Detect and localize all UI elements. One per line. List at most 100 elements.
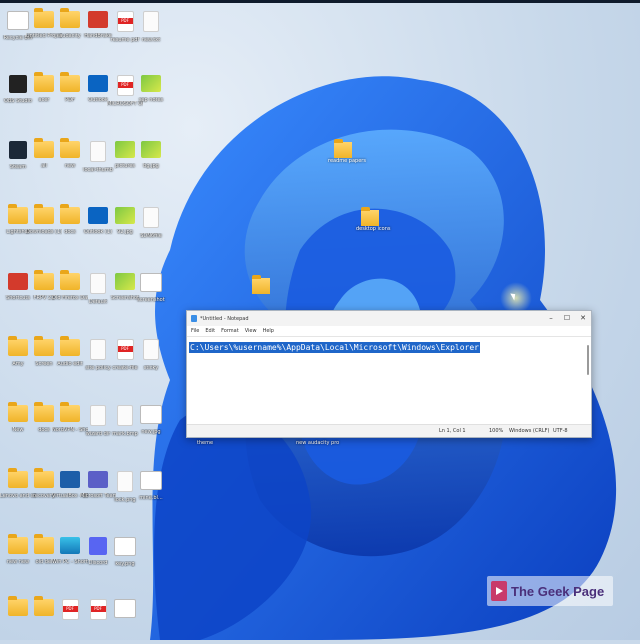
desktop-icon[interactable] [109, 596, 141, 644]
desktop-icon[interactable]: sep notes [135, 72, 167, 120]
desktop-icon-label: SDN6file [140, 233, 162, 239]
folder-icon [60, 270, 80, 290]
folder-icon [60, 72, 80, 92]
pdf-icon [116, 75, 134, 96]
notepad-titlebar[interactable]: *Untitled - Notepad – ☐ ✕ [187, 311, 591, 326]
desktop-item-label: readme papers [328, 158, 366, 164]
folder-icon [60, 204, 80, 224]
desktop-icon-label: key.png [115, 561, 135, 567]
document-icon [90, 141, 106, 162]
desktop-item-label: new audacity pro [296, 440, 340, 446]
folder-icon [8, 596, 28, 616]
folder-icon [60, 8, 80, 28]
zoom-level: 100% [489, 428, 504, 434]
image-icon [115, 273, 135, 290]
desktop-icon[interactable]: key.png [109, 534, 141, 582]
document-icon [90, 273, 106, 294]
maximize-button[interactable]: ☐ [559, 311, 575, 326]
desktop-icon[interactable]: screenshot [135, 270, 167, 318]
document-icon [117, 471, 133, 492]
selected-path-text[interactable]: C:\Users\%username%\AppData\Local\Micros… [189, 342, 480, 353]
top-bar [0, 0, 640, 3]
pdf-icon [116, 339, 134, 360]
youtube-play-icon [491, 581, 507, 601]
menu-edit[interactable]: Edit [205, 328, 215, 334]
folder-icon [60, 402, 80, 422]
folder-icon [252, 275, 270, 294]
menu-format[interactable]: Format [221, 328, 239, 334]
folder-icon [34, 336, 54, 356]
close-button[interactable]: ✕ [575, 311, 591, 326]
document-icon [143, 11, 159, 32]
folder-icon [34, 402, 54, 422]
image-icon [141, 141, 161, 158]
desktop-icon-label: sep notes [138, 97, 164, 103]
notepad-app-icon [191, 315, 197, 322]
desktop-icon[interactable]: mine.bl... [135, 468, 167, 516]
folder-icon [8, 534, 28, 554]
image-icon [140, 273, 162, 292]
outlook-icon [88, 207, 108, 224]
desktop-icon-label: new.jpg [141, 429, 161, 435]
scrollbar-thumb[interactable] [587, 345, 589, 375]
desktop-icon-label: new.txt [141, 37, 161, 43]
folder-icon [60, 138, 80, 158]
folder-icon [34, 138, 54, 158]
desktop-icon-label: bg.jpg [143, 163, 159, 169]
window-title: *Untitled - Notepad [200, 315, 249, 322]
image-icon [140, 471, 162, 490]
vertical-scrollbar[interactable] [586, 339, 590, 423]
obs-studio-icon [9, 75, 27, 93]
desktop-icon[interactable]: SDN6file [135, 204, 167, 252]
app-icon [114, 599, 136, 618]
desktop-item-desktop-icons[interactable]: desktop icons [356, 207, 391, 232]
notepad-window[interactable]: *Untitled - Notepad – ☐ ✕ File Edit Form… [186, 310, 592, 438]
folder-icon [34, 72, 54, 92]
desktop-item-readme-papers[interactable]: readme papers [328, 139, 366, 164]
desktop-icon-label: screenshot [137, 297, 165, 303]
image-icon [114, 537, 136, 556]
pdf-icon [61, 599, 79, 620]
desktop-item-theme[interactable]: theme [190, 440, 220, 446]
desktop-item-audacity-pro[interactable]: new audacity pro [296, 440, 340, 446]
desktop-item-label: desktop icons [356, 226, 391, 232]
pdf-icon [89, 599, 107, 620]
folder-icon [8, 402, 28, 422]
menu-bar: File Edit Format View Help [187, 326, 591, 337]
desktop-item-folder[interactable] [250, 275, 272, 294]
menu-help[interactable]: Help [263, 328, 274, 334]
desktop-icon-label: sticky [143, 365, 159, 371]
handbrake-icon [88, 11, 108, 28]
shortcut-icon [8, 273, 28, 290]
folder-icon [34, 270, 54, 290]
cursor-position: Ln 1, Col 1 [439, 428, 466, 434]
image-icon [115, 141, 135, 158]
watermark: The Geek Page [487, 576, 613, 606]
folder-icon [361, 207, 379, 226]
desktop-icon[interactable]: new.txt [135, 8, 167, 56]
desktop-item-label: theme [196, 440, 214, 446]
desktop-icon[interactable]: sticky [135, 336, 167, 384]
recycle-bin-icon [7, 11, 29, 30]
line-ending: Windows (CRLF) [509, 428, 550, 434]
virtualbox-icon [60, 471, 80, 488]
status-bar: Ln 1, Col 1 100% Windows (CRLF) UTF-8 [187, 424, 591, 437]
teams-icon [88, 471, 108, 488]
folder-icon [8, 468, 28, 488]
folder-icon [334, 139, 352, 158]
folder-icon [34, 8, 54, 28]
menu-view[interactable]: View [245, 328, 257, 334]
document-icon [90, 405, 106, 426]
desktop-icon[interactable]: bg.jpg [135, 138, 167, 186]
desktop-icon[interactable]: new.jpg [135, 402, 167, 450]
menu-file[interactable]: File [191, 328, 199, 334]
pdf-icon [116, 11, 134, 32]
document-icon [90, 339, 106, 360]
desktop-icon-label: mine.bl... [139, 495, 163, 501]
outlook-icon [88, 75, 108, 92]
document-icon [143, 207, 159, 228]
minimize-button[interactable]: – [543, 311, 559, 326]
text-editor-area[interactable]: C:\Users\%username%\AppData\Local\Micros… [187, 337, 591, 425]
discord-icon [89, 537, 107, 555]
document-icon [117, 405, 133, 426]
